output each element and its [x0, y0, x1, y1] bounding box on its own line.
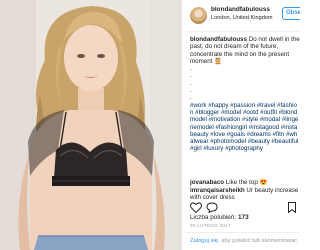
login-prompt: Zaloguj się, aby polubić lub skomentować: [190, 238, 297, 244]
username-link[interactable]: blondandfabulouss: [211, 6, 270, 13]
comment-username[interactable]: imranqaisarsheikh: [190, 187, 245, 194]
likes-label: Liczba polubień:: [190, 214, 237, 221]
location-link[interactable]: London, United Kingdom: [211, 15, 273, 21]
login-prompt-text: , aby polubić lub skomentować: [218, 238, 297, 244]
post-side-panel: blondandfabulouss London, United Kingdom…: [186, 0, 300, 250]
post-photo[interactable]: [0, 0, 182, 250]
caption-hashtags[interactable]: #work #happy #passion #travel #fashion #…: [190, 102, 300, 153]
footer-divider: [186, 232, 300, 233]
follow-button[interactable]: Obse: [282, 7, 300, 20]
avatar[interactable]: [190, 7, 207, 24]
likes-number: 173: [237, 214, 249, 221]
post-date[interactable]: 30 LUTEGO 2017: [190, 223, 231, 228]
post-actions: [190, 200, 298, 214]
post-image: [0, 0, 182, 250]
login-link[interactable]: Zaloguj się: [190, 238, 218, 244]
caption-dot: .: [190, 65, 192, 73]
comment-username[interactable]: jovanabaco: [190, 179, 224, 186]
post-header: blondandfabulouss London, United Kingdom…: [186, 4, 300, 28]
likes-count[interactable]: Liczba polubień: 173: [190, 214, 249, 221]
comment-text: Like the top 😍: [225, 179, 268, 186]
caption-dot: .: [190, 79, 192, 87]
post-caption: blondandfabulouss Do not dwell in the pa…: [190, 36, 300, 153]
bookmark-icon[interactable]: [287, 200, 297, 218]
caption-username[interactable]: blondandfabulouss: [190, 36, 247, 43]
caption-dot: .: [190, 72, 192, 80]
comment-item: jovanabaco Like the top 😍: [190, 179, 300, 186]
caption-dot: .: [190, 87, 192, 95]
header-divider: [186, 31, 300, 32]
caption-dot: .: [190, 94, 192, 102]
